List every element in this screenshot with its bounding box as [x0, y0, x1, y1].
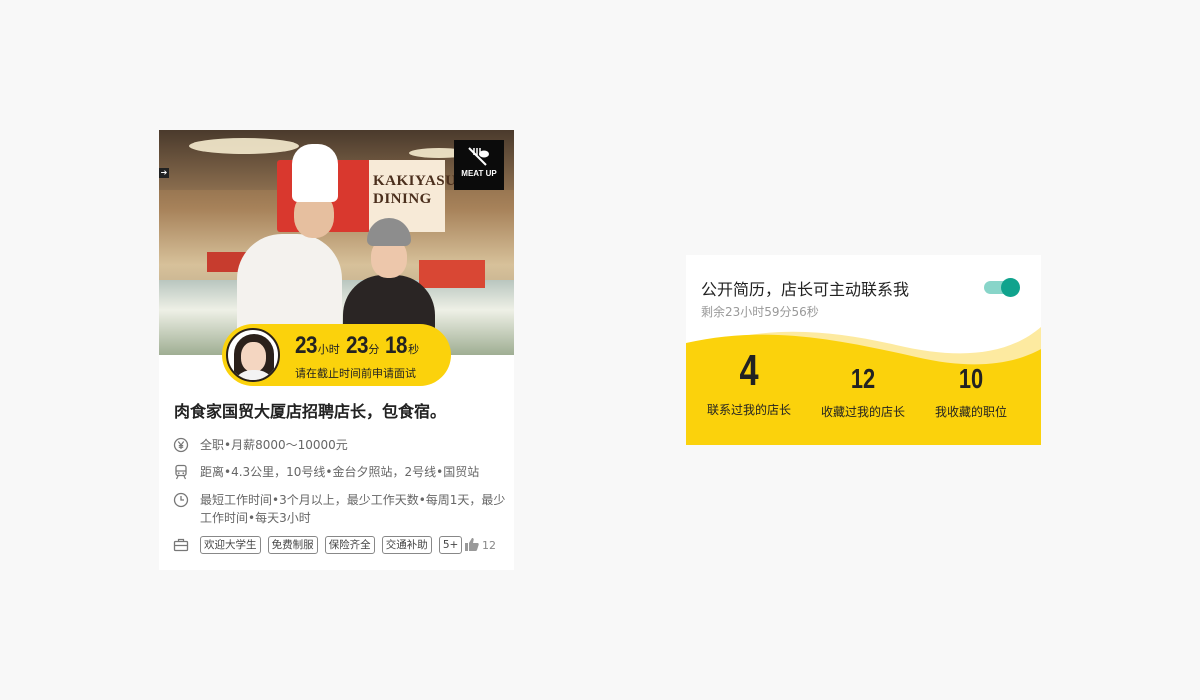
- photo-light: [189, 138, 299, 154]
- yen-icon: [173, 437, 189, 453]
- thumbs-up-icon: [465, 538, 479, 551]
- like-button[interactable]: 12: [465, 538, 496, 552]
- tag-welcome-students: 欢迎大学生: [200, 536, 261, 554]
- stat-label: 联系过我的店长: [706, 403, 791, 417]
- countdown-hours: 23: [295, 332, 318, 359]
- chef-hat: [292, 144, 338, 202]
- store-photo: ➔ KAKIYASU DINING MEAT UP: [159, 130, 514, 355]
- countdown-caption: 请在截止时间前申请面试: [295, 367, 416, 380]
- stat-saved-by-managers[interactable]: 12 收藏过我的店长: [804, 355, 922, 420]
- stat-value: 4: [739, 346, 759, 395]
- avatar-face: [241, 342, 266, 372]
- tag-insurance: 保险齐全: [324, 536, 375, 554]
- countdown-timer: 23小时 23分 18秒: [295, 332, 425, 360]
- fork-knife-icon: [468, 147, 489, 166]
- stat-saved-jobs[interactable]: 10 我收藏的职位: [912, 355, 1030, 420]
- stat-contacted-managers[interactable]: 4 联系过我的店长: [690, 349, 808, 418]
- stat-value: 10: [958, 363, 984, 394]
- train-icon: [175, 464, 187, 480]
- job-card[interactable]: ➔ KAKIYASU DINING MEAT UP 23小时 23分 18秒 请…: [159, 130, 514, 570]
- countdown-minutes: 23: [345, 332, 369, 359]
- photo-red-board: [419, 260, 485, 288]
- benefit-tags: 欢迎大学生 免费制服 保险齐全 交通补助 5+: [200, 536, 464, 554]
- store-sign-text: KAKIYASU DINING: [373, 173, 457, 207]
- tag-free-uniform: 免费制服: [267, 536, 318, 554]
- distance-text: 距离•4.3公里，10号线•金台夕照站，2号线•国贸站: [200, 465, 480, 479]
- schedule-text: 最短工作时间•3个月以上，最少工作天数•每周1天，最少工作时间•每天3小时: [200, 493, 506, 525]
- resume-countdown: 剩余23小时59分56秒: [701, 305, 819, 319]
- countdown-seconds-unit: 秒: [408, 343, 420, 356]
- job-title[interactable]: 肉食家国贸大厦店招聘店长，包食宿。: [174, 398, 446, 422]
- countdown-hours-unit: 小时: [317, 343, 340, 356]
- tag-transport: 交通补助: [381, 536, 432, 554]
- clock-icon: [173, 492, 189, 508]
- logo-text: MEAT UP: [461, 169, 497, 178]
- salary-text: 全职•月薪8000～10000元: [200, 438, 348, 452]
- briefcase-icon: [173, 538, 189, 552]
- countdown-pill: 23小时 23分 18秒 请在截止时间前申请面试: [222, 324, 451, 386]
- stat-label: 收藏过我的店长: [820, 405, 905, 419]
- countdown-seconds: 18: [385, 332, 408, 359]
- tag-more[interactable]: 5+: [438, 536, 463, 554]
- manager-avatar[interactable]: [226, 328, 280, 382]
- like-count: 12: [482, 539, 496, 552]
- stat-label: 我收藏的职位: [934, 405, 1007, 419]
- meat-up-logo: MEAT UP: [454, 140, 504, 190]
- stat-value: 12: [850, 363, 876, 394]
- photo-arrow-icon: ➔: [159, 168, 169, 178]
- toggle-knob: [1001, 278, 1020, 297]
- public-resume-toggle[interactable]: [984, 278, 1020, 297]
- countdown-minutes-unit: 分: [368, 343, 380, 356]
- resume-card: 公开简历，店长可主动联系我 剩余23小时59分56秒 4 联系过我的店长 12 …: [686, 255, 1041, 445]
- resume-title: 公开简历，店长可主动联系我: [701, 280, 910, 299]
